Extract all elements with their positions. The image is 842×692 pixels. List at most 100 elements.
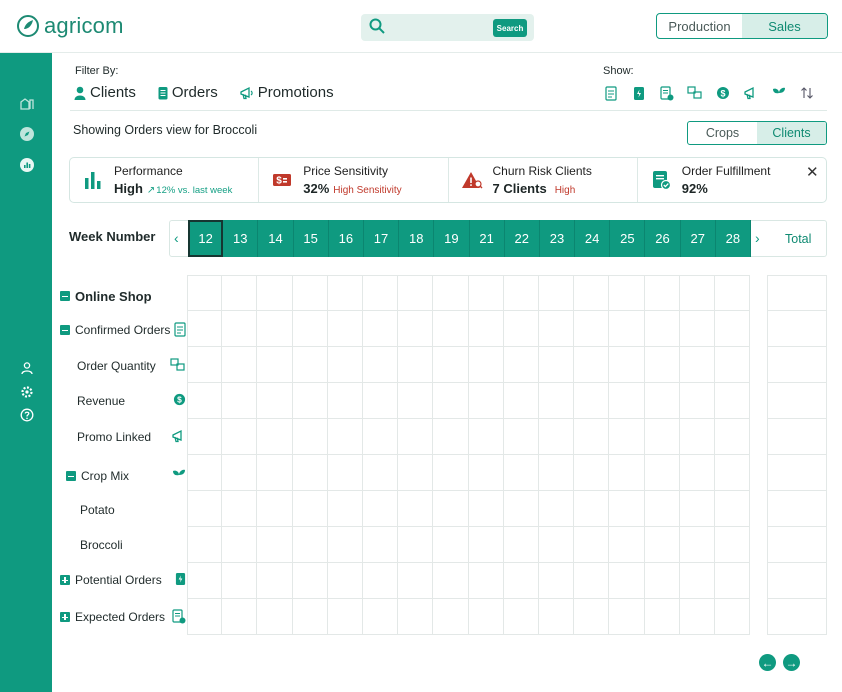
grid-cell[interactable] (644, 347, 680, 383)
potential-orders-icon[interactable] (630, 84, 648, 102)
filter-promotions[interactable]: Promotions (240, 84, 334, 101)
toggle-clients[interactable]: Clients (757, 122, 826, 144)
grid-cell[interactable] (539, 491, 575, 527)
grid-cell[interactable] (539, 311, 575, 347)
grid-cell[interactable] (222, 311, 258, 347)
grid-cell[interactable] (574, 599, 610, 635)
farm-icon[interactable] (19, 95, 35, 111)
grid-cell[interactable] (433, 311, 469, 347)
tree-expected-orders[interactable]: Expected Orders (60, 607, 186, 627)
grid-cell[interactable] (222, 563, 258, 599)
grid-cell[interactable] (327, 311, 363, 347)
grid-cell[interactable] (292, 419, 328, 455)
grid-cell[interactable] (398, 347, 434, 383)
toggle-crops[interactable]: Crops (688, 122, 757, 144)
grid-cell[interactable] (715, 347, 751, 383)
grid-cell[interactable] (503, 275, 539, 311)
grid-cell[interactable] (292, 563, 328, 599)
grid-cell[interactable] (609, 383, 645, 419)
grid-cell[interactable] (187, 599, 223, 635)
grid-cell[interactable] (257, 419, 293, 455)
total-cell[interactable] (767, 383, 827, 419)
grid-cell[interactable] (433, 419, 469, 455)
grid-cell[interactable] (574, 419, 610, 455)
grid-cell[interactable] (574, 275, 610, 311)
grid-cell[interactable] (327, 383, 363, 419)
week-cell[interactable]: 28 (715, 220, 751, 257)
search-bar[interactable]: Search (361, 14, 534, 41)
total-cell[interactable] (767, 275, 827, 311)
grid-cell[interactable] (363, 599, 399, 635)
grid-cell[interactable] (363, 563, 399, 599)
grid-cell[interactable] (398, 311, 434, 347)
expand-icon[interactable] (60, 575, 70, 585)
grid-cell[interactable] (644, 455, 680, 491)
grid-cell[interactable] (187, 383, 223, 419)
tree-crop-mix[interactable]: Crop Mix (60, 466, 186, 486)
grid-cell[interactable] (398, 491, 434, 527)
compass-icon[interactable] (19, 126, 35, 142)
mode-sales[interactable]: Sales (742, 14, 827, 38)
grid-cell[interactable] (609, 275, 645, 311)
grid-cell[interactable] (222, 347, 258, 383)
grid-cell[interactable] (327, 563, 363, 599)
grid-cell[interactable] (679, 491, 715, 527)
grid-cell[interactable] (715, 383, 751, 419)
grid-cell[interactable] (222, 419, 258, 455)
total-cell[interactable] (767, 419, 827, 455)
grid-cell[interactable] (433, 491, 469, 527)
logo[interactable]: agricom (16, 13, 124, 39)
grid-cell[interactable] (222, 491, 258, 527)
grid-cell[interactable] (292, 455, 328, 491)
week-cell[interactable]: 16 (328, 220, 364, 257)
grid-cell[interactable] (257, 383, 293, 419)
grid-cell[interactable] (433, 563, 469, 599)
grid-cell[interactable] (257, 563, 293, 599)
grid-cell[interactable] (679, 455, 715, 491)
grid-cell[interactable] (257, 455, 293, 491)
grid-cell[interactable] (292, 491, 328, 527)
grid-cell[interactable] (468, 563, 504, 599)
grid-cell[interactable] (609, 527, 645, 563)
week-cell[interactable]: 23 (539, 220, 576, 257)
grid-cell[interactable] (679, 311, 715, 347)
grid-cell[interactable] (363, 347, 399, 383)
grid-cell[interactable] (503, 491, 539, 527)
grid-cell[interactable] (398, 419, 434, 455)
grid-cell[interactable] (539, 527, 575, 563)
grid-cell[interactable] (503, 383, 539, 419)
expand-icon[interactable] (60, 612, 70, 622)
kpi-performance[interactable]: Performance High ↗12% vs. last week (70, 158, 260, 202)
kpi-churn-risk[interactable]: Churn Risk Clients 7 Clients High (449, 158, 638, 202)
grid-cell[interactable] (679, 527, 715, 563)
grid-cell[interactable] (292, 383, 328, 419)
week-cell[interactable]: 26 (645, 220, 681, 257)
settings-icon[interactable] (19, 384, 35, 400)
revenue-icon[interactable]: $ (714, 84, 732, 102)
week-cell[interactable]: 19 (434, 220, 470, 257)
grid-cell[interactable] (574, 455, 610, 491)
kpi-price-sensitivity[interactable]: $ Price Sensitivity 32% High Sensitivity (259, 158, 449, 202)
grid-cell[interactable] (539, 347, 575, 383)
tree-order-quantity[interactable]: Order Quantity (60, 356, 186, 376)
week-cell[interactable]: 17 (363, 220, 400, 257)
grid-cell[interactable] (679, 347, 715, 383)
grid-cell[interactable] (503, 347, 539, 383)
grid-cell[interactable] (222, 455, 258, 491)
grid-cell[interactable] (468, 383, 504, 419)
tree-potato[interactable]: Potato (60, 500, 186, 520)
total-cell[interactable] (767, 527, 827, 563)
grid-cell[interactable] (398, 527, 434, 563)
close-icon[interactable]: ✕ (806, 163, 819, 181)
grid-cell[interactable] (574, 491, 610, 527)
grid-cell[interactable] (539, 275, 575, 311)
tree-promo-linked[interactable]: Promo Linked (60, 427, 186, 447)
grid-cell[interactable] (715, 599, 751, 635)
grid-cell[interactable] (468, 491, 504, 527)
grid-cell[interactable] (644, 419, 680, 455)
expected-orders-icon[interactable] (658, 84, 676, 102)
grid-cell[interactable] (327, 419, 363, 455)
grid-cell[interactable] (644, 311, 680, 347)
grid-cell[interactable] (468, 527, 504, 563)
week-cell[interactable]: 14 (258, 220, 294, 257)
